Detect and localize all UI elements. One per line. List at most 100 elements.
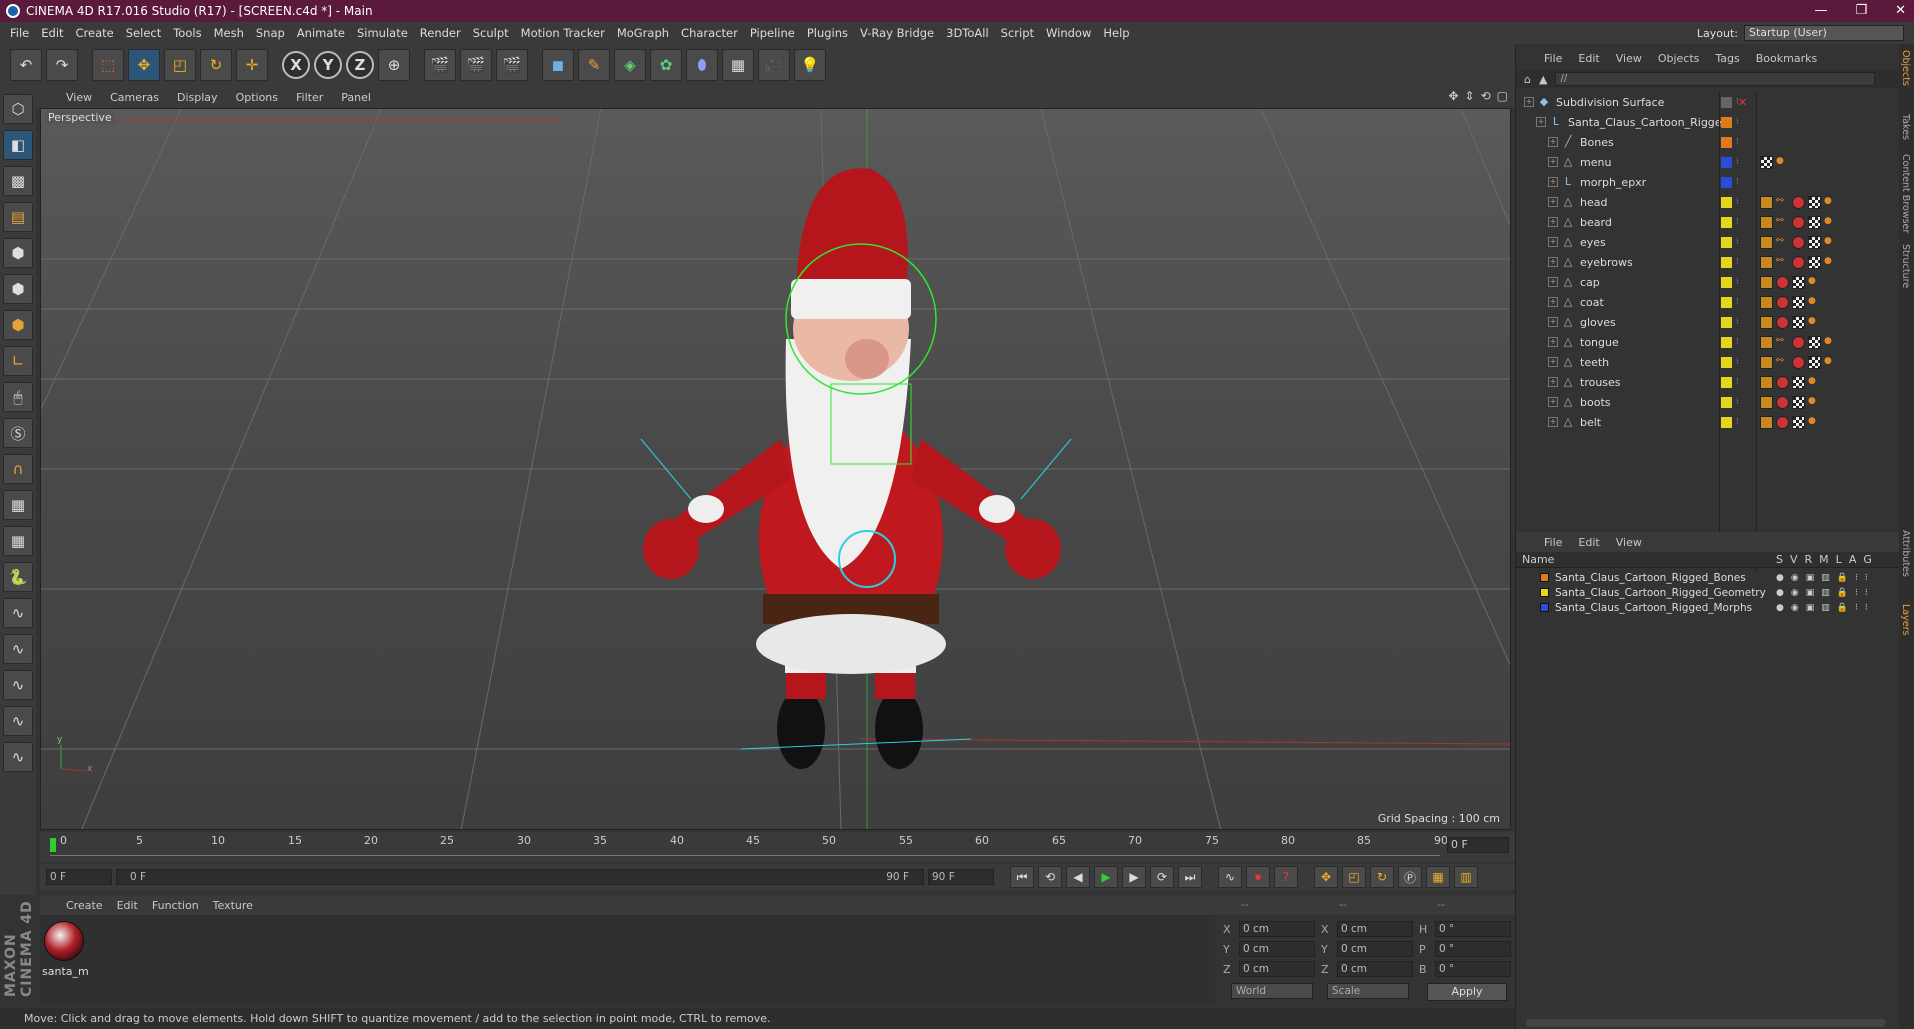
pen-spline-button[interactable]: ✎ (578, 49, 610, 81)
phong-tag-icon[interactable] (1760, 335, 1773, 349)
layer-flag-a-icon[interactable]: ⁝ (1855, 603, 1858, 613)
tweak-mode-button[interactable]: 🖱 (3, 382, 33, 412)
phong-tag-icon[interactable] (1760, 275, 1773, 289)
layer-name[interactable]: Santa_Claus_Cartoon_Rigged_Bones (1555, 572, 1746, 584)
layer-flag-s-icon[interactable]: ● (1776, 588, 1784, 598)
sculpt-p-button[interactable]: ∿ (3, 634, 33, 664)
menu-select[interactable]: Select (126, 26, 161, 40)
expand-toggle-icon[interactable]: + (1548, 317, 1558, 327)
python-button[interactable]: 🐍 (3, 562, 33, 592)
y-axis-button[interactable]: Y (314, 51, 342, 79)
texture-tag-icon[interactable] (1808, 355, 1821, 369)
key-position-button[interactable]: ✥ (1314, 866, 1338, 888)
object-name[interactable]: Bones (1580, 136, 1614, 149)
texture-tag-icon[interactable] (1808, 335, 1821, 349)
menu-sculpt[interactable]: Sculpt (473, 26, 509, 40)
side-tab-objects[interactable]: Objects (1900, 50, 1911, 86)
object-name[interactable]: Santa_Claus_Cartoon_Rigged (1568, 116, 1729, 129)
size-y-field[interactable]: 0 cm (1337, 941, 1413, 957)
redo-button[interactable]: ↷ (46, 49, 78, 81)
subdivision-button[interactable]: ◈ (614, 49, 646, 81)
texture-tag-icon[interactable] (1792, 295, 1805, 309)
record-button[interactable]: ⏺ (1246, 866, 1270, 888)
viewport-menu-filter[interactable]: Filter (296, 91, 323, 104)
objects-menu-tags[interactable]: Tags (1715, 52, 1739, 65)
expand-toggle-icon[interactable]: + (1548, 237, 1558, 247)
horizontal-scrollbar[interactable] (1526, 1019, 1886, 1027)
visibility-dots-icon[interactable]: ⁝ (1736, 417, 1740, 427)
bone-tag-icon[interactable]: ⚯ (1776, 196, 1789, 209)
objects-menu-view[interactable]: View (1616, 52, 1642, 65)
object-row[interactable]: + △ head ⁝ ⚯ ● (1516, 192, 1900, 212)
menu-create[interactable]: Create (76, 26, 114, 40)
expand-toggle-icon[interactable]: + (1548, 157, 1558, 167)
layer-color-swatch[interactable] (1540, 588, 1549, 597)
object-row[interactable]: + ╱ Bones ⁝ (1516, 132, 1900, 152)
layer-color-swatch[interactable] (1721, 336, 1732, 348)
layers-menu-edit[interactable]: Edit (1578, 536, 1599, 549)
z-axis-button[interactable]: Z (346, 51, 374, 79)
layer-flag-s-icon[interactable]: ● (1776, 573, 1784, 583)
object-row[interactable]: + △ gloves ⁝ ● (1516, 312, 1900, 332)
next-key-button[interactable]: ⟳ (1150, 866, 1174, 888)
key-point-level-button[interactable]: ▦ (1426, 866, 1450, 888)
coordinate-system-select[interactable]: World (1231, 983, 1313, 999)
autokey-button[interactable]: ? (1274, 866, 1298, 888)
light-button[interactable]: 💡 (794, 49, 826, 81)
visibility-dots-icon[interactable]: ⁝ (1736, 277, 1740, 287)
play-button[interactable]: ▶ (1094, 866, 1118, 888)
object-name[interactable]: belt (1580, 416, 1601, 429)
workplane-snap-button[interactable]: ▦ (3, 526, 33, 556)
rotation-p-field[interactable]: 0 ° (1435, 941, 1511, 957)
layer-color-swatch[interactable] (1540, 603, 1549, 612)
edges-mode-button[interactable]: ⬢ (3, 274, 33, 304)
phong-tag-icon[interactable] (1760, 395, 1773, 409)
object-row[interactable]: + △ cap ⁝ ● (1516, 272, 1900, 292)
skin-tag-icon[interactable] (1776, 295, 1789, 309)
skin-tag-icon[interactable] (1792, 255, 1805, 269)
magnet-button[interactable]: ∩ (3, 454, 33, 484)
live-selection-button[interactable]: ⬚ (92, 49, 124, 81)
frame-range-slider[interactable]: 0 F 90 F (116, 869, 924, 885)
key-parameter-button[interactable]: Ⓟ (1398, 866, 1422, 888)
previous-frame-button[interactable]: ◀ (1066, 866, 1090, 888)
playhead-marker[interactable] (50, 838, 56, 852)
layer-color-swatch[interactable] (1721, 116, 1732, 128)
weight-tag-icon[interactable]: ● (1824, 356, 1837, 369)
timeline-window-button[interactable]: ▥ (1454, 866, 1478, 888)
skin-tag-icon[interactable] (1792, 235, 1805, 249)
deformer-button[interactable]: ⬮ (686, 49, 718, 81)
size-x-field[interactable]: 0 cm (1337, 921, 1413, 937)
layer-flag-m-icon[interactable]: ▥ (1821, 573, 1830, 583)
visibility-dots-icon[interactable]: ⁝ (1736, 237, 1740, 247)
weight-tag-icon[interactable]: ● (1808, 396, 1821, 409)
layers-menu-view[interactable]: View (1616, 536, 1642, 549)
expand-toggle-icon[interactable]: + (1548, 377, 1558, 387)
layer-flag-s-icon[interactable]: ● (1776, 603, 1784, 613)
menu-help[interactable]: Help (1103, 26, 1129, 40)
objects-menu-objects[interactable]: Objects (1658, 52, 1700, 65)
visibility-dots-icon[interactable]: ⁝ (1736, 257, 1740, 267)
position-z-field[interactable]: 0 cm (1239, 961, 1315, 977)
layer-flag-m-icon[interactable]: ▥ (1821, 603, 1830, 613)
weight-tag-icon[interactable]: ● (1808, 296, 1821, 309)
object-name[interactable]: eyes (1580, 236, 1606, 249)
start-frame-field[interactable]: 0 F (46, 869, 112, 885)
world-coordinates-button[interactable]: ⊕ (378, 49, 410, 81)
texture-tag-icon[interactable] (1808, 215, 1821, 229)
menu-render[interactable]: Render (420, 26, 461, 40)
object-row[interactable]: + △ belt ⁝ ● (1516, 412, 1900, 432)
visibility-dots-icon[interactable]: ⁝ (1736, 117, 1740, 127)
expand-toggle-icon[interactable]: + (1548, 137, 1558, 147)
bone-tag-icon[interactable]: ⚯ (1776, 336, 1789, 349)
layer-color-swatch[interactable] (1721, 376, 1732, 388)
phong-tag-icon[interactable] (1760, 255, 1773, 269)
side-tab-content-browser[interactable]: Content Browser (1900, 154, 1911, 233)
menu-motion-tracker[interactable]: Motion Tracker (521, 26, 605, 40)
bone-tag-icon[interactable]: ⚯ (1776, 236, 1789, 249)
object-name[interactable]: head (1580, 196, 1607, 209)
skin-tag-icon[interactable] (1792, 335, 1805, 349)
texture-tag-icon[interactable] (1792, 315, 1805, 329)
timeline-track[interactable]: 0 5 10 15 20 25 30 35 40 45 50 55 60 65 … (50, 832, 1448, 856)
object-name[interactable]: tongue (1580, 336, 1619, 349)
